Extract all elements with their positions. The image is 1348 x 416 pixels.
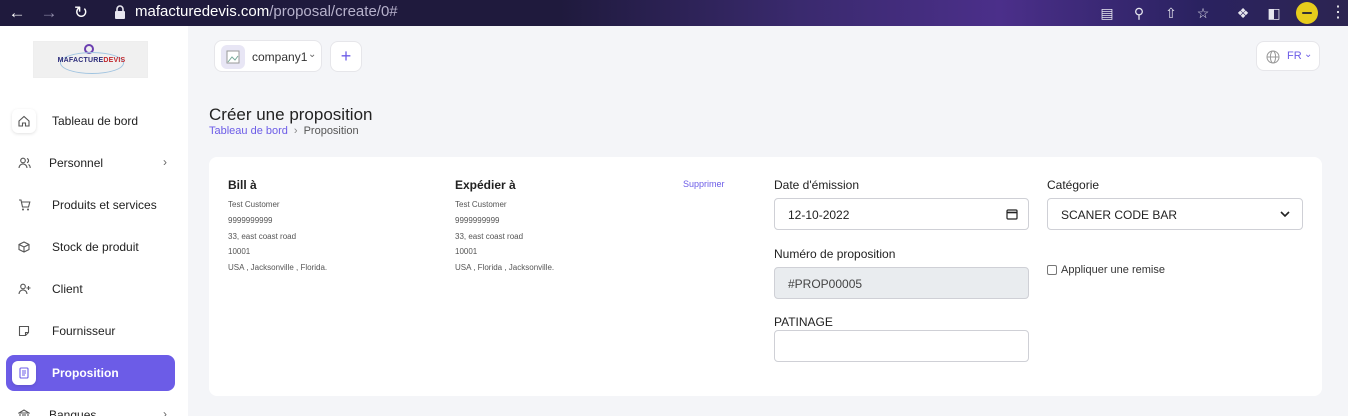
add-company-button[interactable]: + [330, 41, 362, 72]
ship-to-name: Test Customer [455, 200, 507, 209]
zoom-icon[interactable]: ⚲ [1129, 3, 1149, 23]
language-selector[interactable]: FR ⌄ [1256, 41, 1320, 71]
issue-date-value: 12-10-2022 [788, 208, 850, 222]
globe-icon [1266, 50, 1280, 64]
bill-to-title: Bill à [228, 178, 257, 192]
lock-icon[interactable] [114, 5, 126, 19]
delete-shipping-link[interactable]: Supprimer [683, 179, 725, 189]
bill-to-phone: 9999999999 [228, 216, 273, 225]
chevron-right-icon: › [163, 407, 167, 416]
language-label: FR [1287, 50, 1302, 62]
app-logo[interactable]: MAFACTUREDEVIS [33, 41, 148, 78]
company-name: company1 [252, 50, 308, 64]
breadcrumb-link-dashboard[interactable]: Tableau de bord [209, 125, 288, 137]
profile-avatar[interactable] [1296, 2, 1318, 24]
url-host: mafacturedevis.com [135, 3, 270, 20]
sidebar-item-label: Proposition [52, 366, 119, 380]
users-icon [12, 151, 36, 175]
sidebar: MAFACTUREDEVIS Tableau de bord Personnel… [0, 26, 188, 416]
sidebar-item-label: Produits et services [52, 198, 157, 212]
breadcrumb-separator: › [293, 125, 298, 137]
category-select[interactable]: SCANER CODE BAR [1047, 198, 1303, 230]
sidebar-item-label: Personnel [49, 156, 104, 170]
extensions-icon[interactable]: ❖ [1233, 3, 1253, 23]
sidebar-item-banques[interactable]: Banques › [6, 397, 175, 416]
share-icon[interactable]: ⇧ [1161, 3, 1181, 23]
calendar-icon[interactable] [1006, 208, 1018, 220]
user-plus-icon [12, 277, 36, 301]
bank-icon [12, 403, 36, 416]
ship-to-phone: 9999999999 [455, 216, 500, 225]
proposal-number-input: #PROP00005 [774, 267, 1029, 299]
translate-icon[interactable]: ▤ [1097, 3, 1117, 23]
category-label: Catégorie [1047, 178, 1100, 192]
bill-to-street: 33, east coast road [228, 232, 297, 241]
sidebar-item-label: Banques [49, 408, 97, 416]
bill-to-zip: 10001 [228, 247, 251, 256]
sidebar-item-personnel[interactable]: Personnel › [6, 145, 175, 181]
issue-date-label: Date d'émission [774, 178, 859, 192]
back-arrow-icon[interactable]: ← [6, 2, 28, 24]
chevron-down-icon: ⌄ [308, 49, 317, 60]
sidebar-item-label: Tableau de bord [52, 114, 139, 128]
breadcrumb-current: Proposition [303, 125, 359, 137]
sidebar-item-fournisseur[interactable]: Fournisseur [6, 313, 175, 349]
apply-discount-label[interactable]: Appliquer une remise [1061, 264, 1165, 276]
chevron-down-icon [1280, 211, 1290, 218]
patinage-input[interactable] [774, 330, 1029, 362]
sidebar-item-label: Fournisseur [52, 324, 116, 338]
toolbar-background-art [560, 0, 1348, 26]
browser-toolbar: ← → ↻ mafacturedevis.com/proposal/create… [0, 0, 1348, 26]
apply-discount-checkbox[interactable] [1047, 265, 1057, 275]
forward-arrow-icon[interactable]: → [38, 2, 60, 24]
bill-to-location: USA , Jacksonville , Florida. [228, 263, 328, 272]
document-icon [12, 361, 36, 385]
category-value: SCANER CODE BAR [1061, 208, 1178, 222]
sidebar-item-tableau-de-bord[interactable]: Tableau de bord [6, 103, 175, 139]
note-icon [12, 319, 36, 343]
chevron-right-icon: › [163, 155, 167, 169]
patinage-label: PATINAGE [774, 315, 833, 329]
address-bar[interactable]: mafacturedevis.com/proposal/create/0# [135, 3, 398, 20]
url-path: /proposal/create/0# [269, 3, 398, 20]
box-icon [12, 235, 36, 259]
bookmark-star-icon[interactable]: ☆ [1193, 3, 1213, 23]
reload-icon[interactable]: ↻ [70, 2, 92, 24]
sidebar-item-produits-et-services[interactable]: Produits et services [6, 187, 175, 223]
ship-to-street: 33, east coast road [455, 232, 524, 241]
proposal-number-value: #PROP00005 [788, 277, 863, 291]
page-title: Créer une proposition [209, 105, 373, 124]
sidebar-item-label: Client [52, 282, 83, 296]
ship-to-location: USA , Florida , Jacksonville. [455, 263, 555, 272]
breadcrumb: Tableau de bord › Proposition [209, 125, 359, 137]
ship-to-title: Expédier à [455, 178, 516, 192]
cart-icon [12, 193, 36, 217]
more-menu-icon[interactable]: ⋮ [1330, 3, 1346, 23]
ship-to-zip: 10001 [455, 247, 478, 256]
sidebar-item-stock-de-produit[interactable]: Stock de produit [6, 229, 175, 265]
proposal-form-card: Bill à Test Customer 9999999999 33, east… [209, 157, 1322, 396]
company-logo-icon [221, 45, 245, 69]
sidebar-item-label: Stock de produit [52, 240, 139, 254]
proposal-number-label: Numéro de proposition [774, 247, 896, 261]
home-icon [12, 109, 36, 133]
sidebar-item-proposition[interactable]: Proposition [6, 355, 175, 391]
sidebar-item-client[interactable]: Client [6, 271, 175, 307]
side-panel-icon[interactable]: ◧ [1264, 3, 1284, 23]
chevron-down-icon: ⌄ [1304, 49, 1313, 60]
logo-text: MAFACTUREDEVIS [57, 57, 126, 64]
issue-date-input[interactable]: 12-10-2022 [774, 198, 1029, 230]
bill-to-name: Test Customer [228, 200, 280, 209]
company-switcher[interactable]: company1 ⌄ [214, 40, 322, 72]
